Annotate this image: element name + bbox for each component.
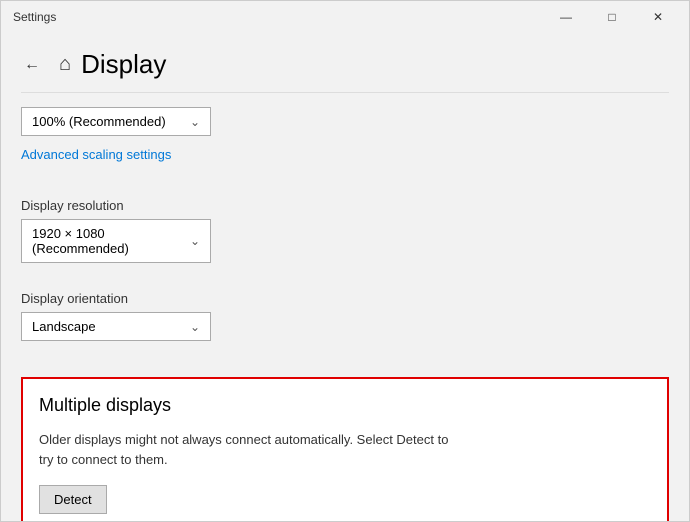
- settings-window: Settings — □ ✕ ← ⌂ Display: [0, 0, 690, 522]
- settings-body: 100% (Recommended) ⌄ Advanced scaling se…: [1, 92, 689, 521]
- window-title: Settings: [13, 10, 56, 24]
- title-bar: Settings — □ ✕: [1, 1, 689, 33]
- close-button[interactable]: ✕: [635, 1, 681, 33]
- page-header: ← ⌂ Display: [1, 33, 689, 92]
- resolution-group: Display resolution 1920 × 1080 (Recommen…: [21, 196, 669, 273]
- resolution-dropdown-value: 1920 × 1080 (Recommended): [32, 226, 190, 256]
- page-title-area: ⌂ Display: [59, 49, 166, 80]
- page-title: Display: [81, 49, 166, 80]
- home-icon: ⌂: [59, 53, 71, 76]
- orientation-group: Display orientation Landscape ⌄: [21, 289, 669, 351]
- resolution-dropdown[interactable]: 1920 × 1080 (Recommended) ⌄: [21, 219, 211, 263]
- scaling-dropdown-arrow: ⌄: [190, 115, 200, 129]
- detect-button[interactable]: Detect: [39, 485, 107, 514]
- orientation-label: Display orientation: [21, 291, 669, 306]
- title-bar-left: Settings: [13, 10, 56, 24]
- minimize-button[interactable]: —: [543, 1, 589, 33]
- multiple-displays-description: Older displays might not always connect …: [39, 430, 459, 469]
- orientation-dropdown-arrow: ⌄: [190, 320, 200, 334]
- resolution-dropdown-arrow: ⌄: [190, 234, 200, 248]
- back-icon: ←: [24, 56, 40, 74]
- maximize-button[interactable]: □: [589, 1, 635, 33]
- title-bar-controls: — □ ✕: [543, 1, 681, 33]
- orientation-dropdown[interactable]: Landscape ⌄: [21, 312, 211, 341]
- resolution-label: Display resolution: [21, 198, 669, 213]
- orientation-dropdown-value: Landscape: [32, 319, 96, 334]
- multiple-displays-title: Multiple displays: [39, 395, 651, 416]
- main-panel: ← ⌂ Display 100% (Recommended) ⌄ Adva: [1, 33, 689, 521]
- back-button[interactable]: ←: [17, 50, 47, 80]
- content-area: ← ⌂ Display 100% (Recommended) ⌄ Adva: [1, 33, 689, 521]
- scroll-divider: [21, 92, 669, 93]
- scaling-dropdown[interactable]: 100% (Recommended) ⌄: [21, 107, 211, 136]
- scaling-dropdown-value: 100% (Recommended): [32, 114, 166, 129]
- scaling-group: 100% (Recommended) ⌄ Advanced scaling se…: [21, 107, 669, 180]
- multiple-displays-section: Multiple displays Older displays might n…: [21, 377, 669, 521]
- advanced-scaling-link[interactable]: Advanced scaling settings: [21, 147, 171, 162]
